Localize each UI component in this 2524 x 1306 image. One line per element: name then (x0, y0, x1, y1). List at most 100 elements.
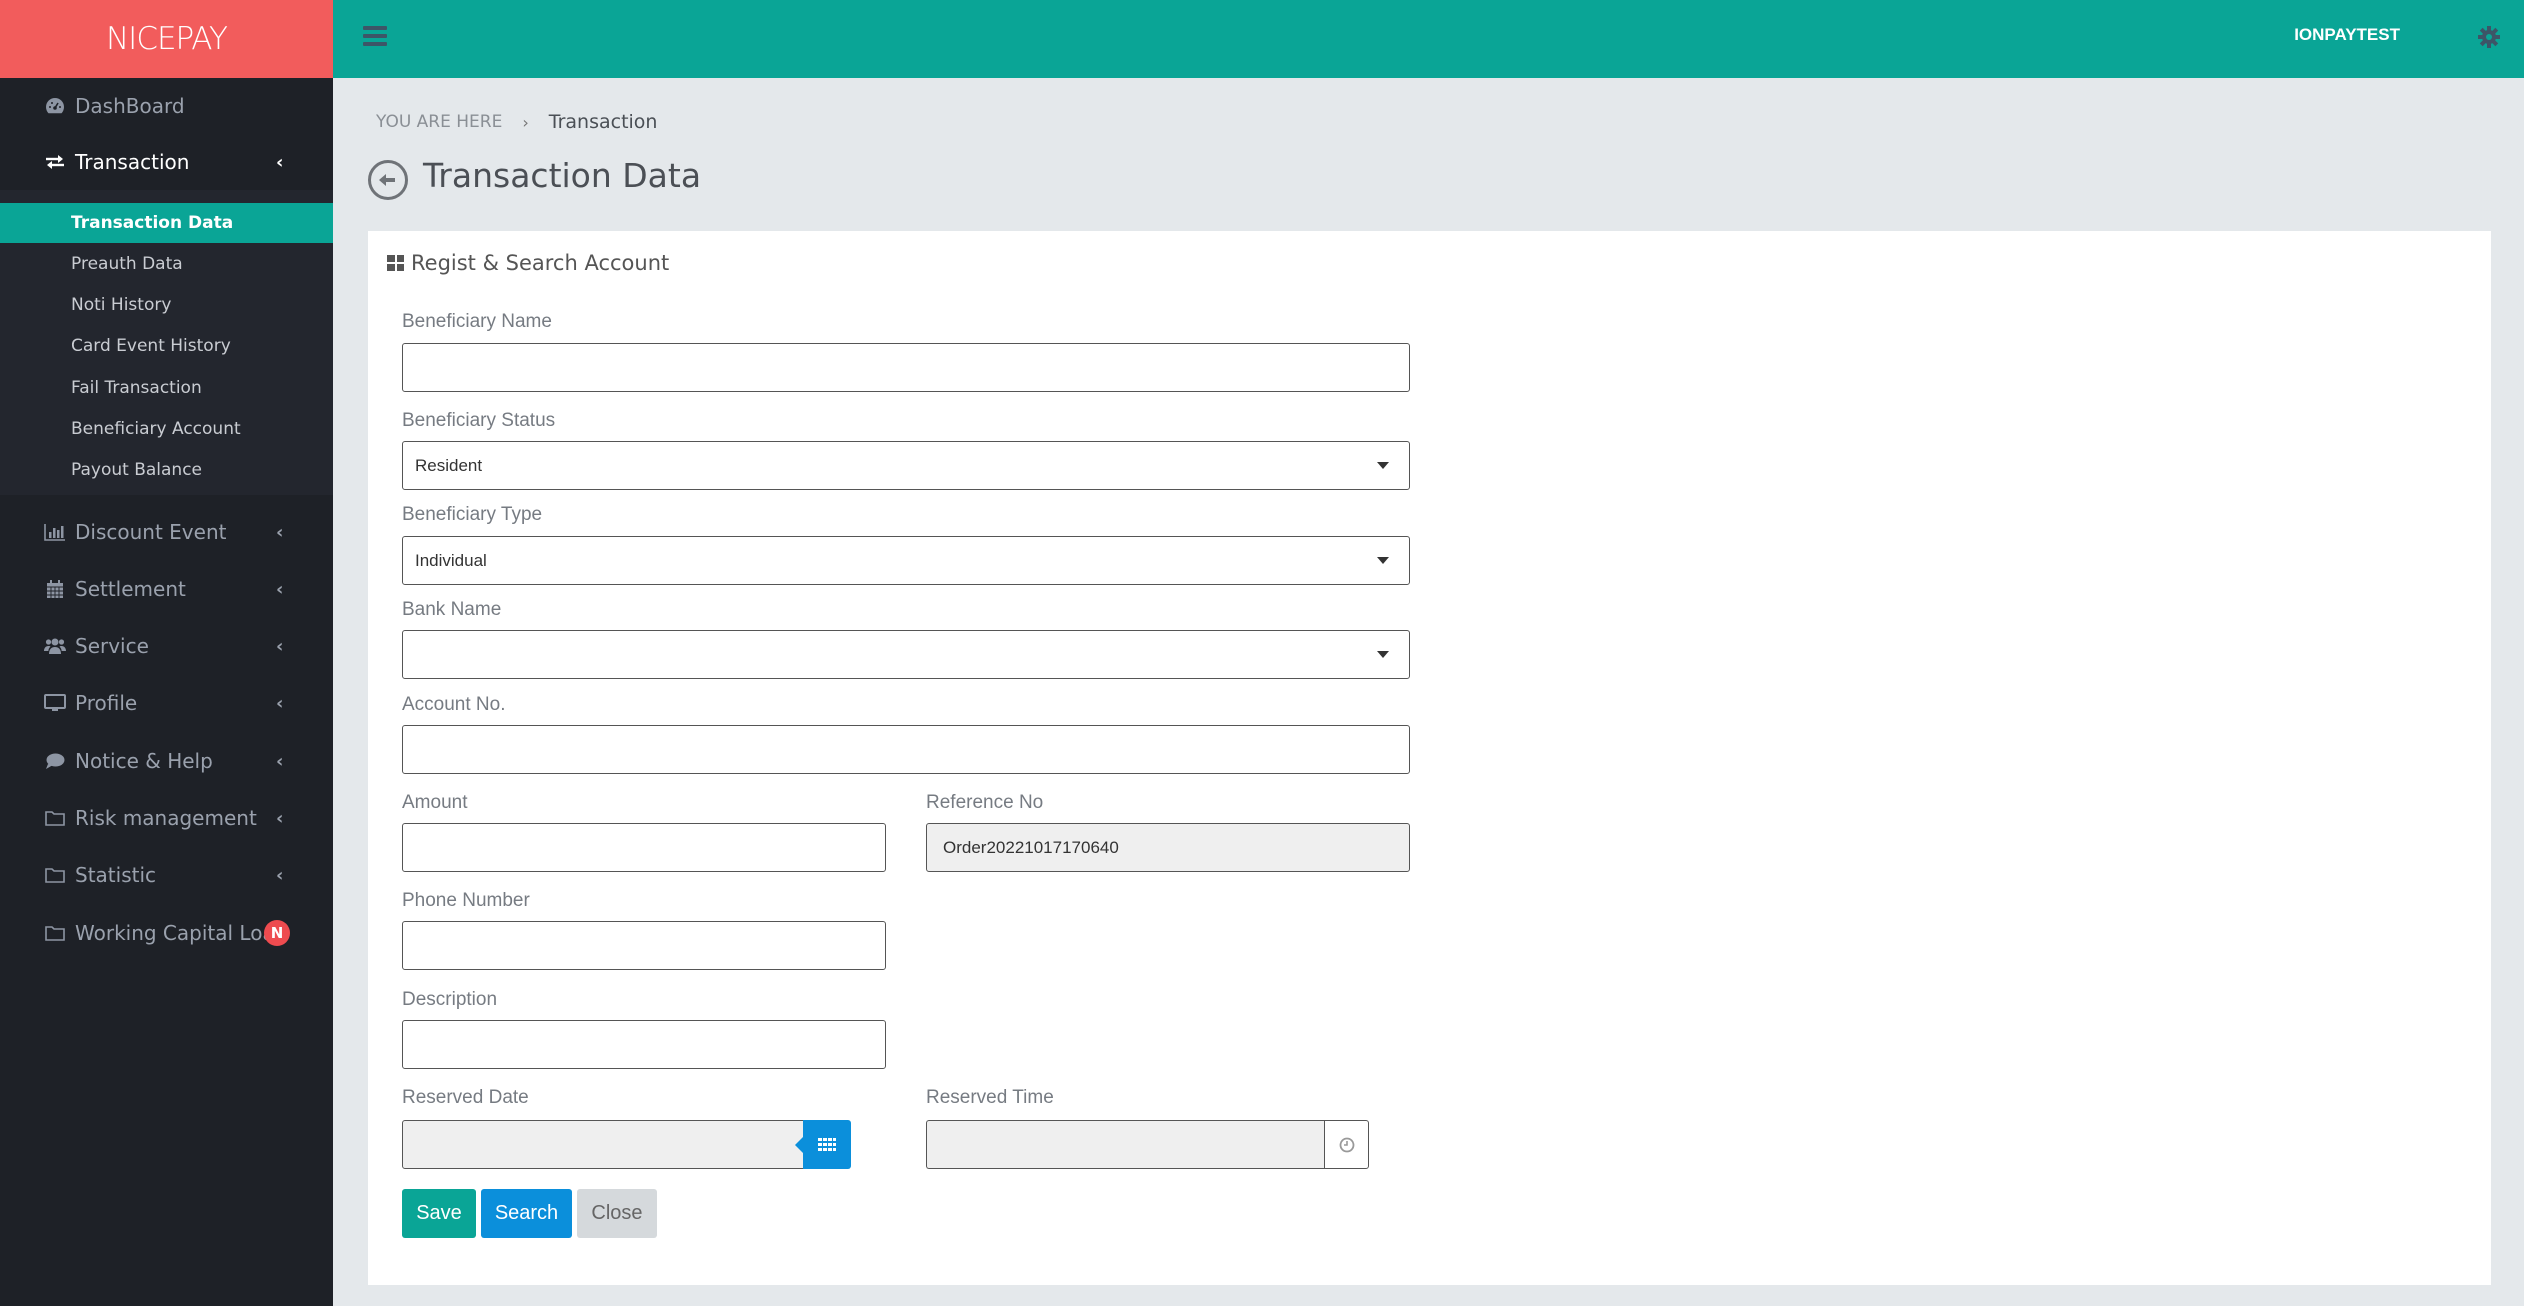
sidebar-subitem-label: Card Event History (71, 336, 231, 356)
sidebar-subitem-noti-history[interactable]: Noti History (0, 285, 333, 325)
breadcrumb-current[interactable]: Transaction (549, 111, 658, 133)
chevron-left-icon: ‹ (276, 750, 284, 772)
sidebar-item-label: Discount Event (75, 520, 227, 544)
folder-icon (44, 865, 66, 885)
chevron-left-icon: ‹ (276, 151, 284, 173)
reserved-time-label: Reserved Time (926, 1087, 1054, 1108)
brand-logo[interactable]: NICEPAY (0, 0, 333, 78)
sidebar-subitem-label: Fail Transaction (71, 378, 202, 398)
folder-icon (44, 923, 66, 943)
chevron-left-icon: ‹ (276, 864, 284, 886)
chevron-left-icon: ‹ (276, 521, 284, 543)
reference-no-input[interactable] (926, 823, 1410, 872)
beneficiary-status-select[interactable]: Resident (402, 441, 1410, 490)
account-no-label: Account No. (402, 694, 506, 715)
sidebar-subitem-label: Payout Balance (71, 460, 203, 480)
amount-label: Amount (402, 792, 468, 813)
monitor-icon (44, 693, 66, 713)
sidebar-item-label: Statistic (75, 863, 157, 887)
selected-value: Individual (415, 550, 487, 570)
card-title: Regist & Search Account (387, 251, 669, 275)
sidebar-subitem-label: Transaction Data (71, 213, 234, 233)
description-input[interactable] (402, 1020, 886, 1069)
beneficiary-name-label: Beneficiary Name (402, 311, 552, 332)
arrow-left-icon (379, 174, 395, 186)
phone-number-label: Phone Number (402, 890, 530, 911)
sidebar-item-transaction[interactable]: Transaction ‹ (0, 134, 333, 190)
date-picker-button[interactable] (795, 1120, 851, 1169)
caret-down-icon (1377, 651, 1389, 658)
chevron-left-icon: ‹ (276, 807, 284, 829)
amount-input[interactable] (402, 823, 886, 872)
sidebar-item-dashboard[interactable]: DashBoard (0, 78, 333, 134)
topbar: IONPAYTEST (333, 0, 2524, 78)
comment-icon (44, 751, 66, 771)
sidebar-item-statistic[interactable]: Statistic ‹ (0, 847, 333, 903)
dashboard-icon (44, 96, 66, 116)
regist-search-card: Regist & Search Account Beneficiary Name… (368, 231, 2491, 1285)
breadcrumb-separator: › (522, 112, 529, 132)
user-menu[interactable]: IONPAYTEST (2294, 25, 2400, 45)
sidebar-subitem-label: Preauth Data (71, 254, 183, 274)
sidebar-subitem-payout-balance[interactable]: Payout Balance (0, 450, 333, 490)
card-title-text: Regist & Search Account (411, 251, 670, 275)
sidebar-item-label: Working Capital Loan (75, 921, 288, 945)
sidebar-item-label: Service (75, 634, 149, 658)
sidebar-item-label: Risk management (75, 806, 257, 830)
sidebar: NICEPAY DashBoard Transaction ‹ Transact… (0, 0, 333, 1306)
sidebar-item-discount-event[interactable]: Discount Event ‹ (0, 504, 333, 560)
th-large-icon (387, 255, 404, 271)
sidebar-item-settlement[interactable]: Settlement ‹ (0, 561, 333, 617)
search-button[interactable]: Search (481, 1189, 572, 1238)
save-button[interactable]: Save (402, 1189, 476, 1238)
sidebar-subitem-beneficiary-account[interactable]: Beneficiary Account (0, 409, 333, 449)
sidebar-item-risk-management[interactable]: Risk management ‹ (0, 790, 333, 846)
bank-name-label: Bank Name (402, 599, 502, 620)
sidebar-subitem-label: Noti History (71, 295, 172, 315)
back-button[interactable] (368, 160, 408, 200)
folder-icon (44, 808, 66, 828)
reference-no-label: Reference No (926, 792, 1044, 813)
calendar-icon (44, 579, 66, 599)
clock-icon (1339, 1137, 1354, 1152)
hamburger-icon[interactable] (363, 26, 387, 47)
sidebar-subitem-transaction-data[interactable]: Transaction Data (0, 203, 333, 243)
sidebar-subitem-card-event-history[interactable]: Card Event History (0, 326, 333, 366)
bar-chart-icon (44, 522, 66, 542)
sidebar-item-notice-help[interactable]: Notice & Help ‹ (0, 733, 333, 789)
phone-number-input[interactable] (402, 921, 886, 970)
breadcrumb: YOU ARE HERE › Transaction (376, 111, 657, 133)
beneficiary-name-input[interactable] (402, 343, 1410, 392)
sidebar-subitem-fail-transaction[interactable]: Fail Transaction (0, 368, 333, 408)
new-badge: N (264, 920, 290, 946)
page-title: Transaction Data (423, 156, 702, 195)
gear-icon[interactable] (2478, 26, 2500, 48)
beneficiary-type-select[interactable]: Individual (402, 536, 1410, 585)
reserved-time-input[interactable] (926, 1120, 1326, 1169)
time-picker-button[interactable] (1324, 1120, 1369, 1169)
transaction-submenu: Transaction Data Preauth Data Noti Histo… (0, 190, 333, 495)
calendar-grid-icon (818, 1137, 836, 1151)
reserved-date-input[interactable] (402, 1120, 807, 1169)
breadcrumb-prefix: YOU ARE HERE (376, 112, 503, 132)
selected-value: Resident (415, 455, 483, 475)
caret-down-icon (1377, 462, 1389, 469)
sidebar-subitem-preauth-data[interactable]: Preauth Data (0, 244, 333, 284)
exchange-icon (44, 152, 66, 172)
chevron-left-icon: ‹ (276, 578, 284, 600)
sidebar-item-profile[interactable]: Profile ‹ (0, 675, 333, 731)
close-button[interactable]: Close (577, 1189, 657, 1238)
chevron-left-icon: ‹ (276, 635, 284, 657)
sidebar-item-working-capital-loan[interactable]: Working Capital Loan N (0, 905, 333, 961)
sidebar-subitem-label: Beneficiary Account (71, 419, 241, 439)
account-no-input[interactable] (402, 725, 1410, 774)
caret-down-icon (1377, 557, 1389, 564)
sidebar-item-label: Notice & Help (75, 749, 213, 773)
sidebar-item-label: DashBoard (75, 94, 185, 118)
users-icon (44, 636, 66, 656)
beneficiary-type-label: Beneficiary Type (402, 504, 543, 525)
sidebar-item-service[interactable]: Service ‹ (0, 618, 333, 674)
description-label: Description (402, 989, 498, 1010)
sidebar-item-label: Transaction (75, 150, 190, 174)
bank-name-select[interactable] (402, 630, 1410, 679)
